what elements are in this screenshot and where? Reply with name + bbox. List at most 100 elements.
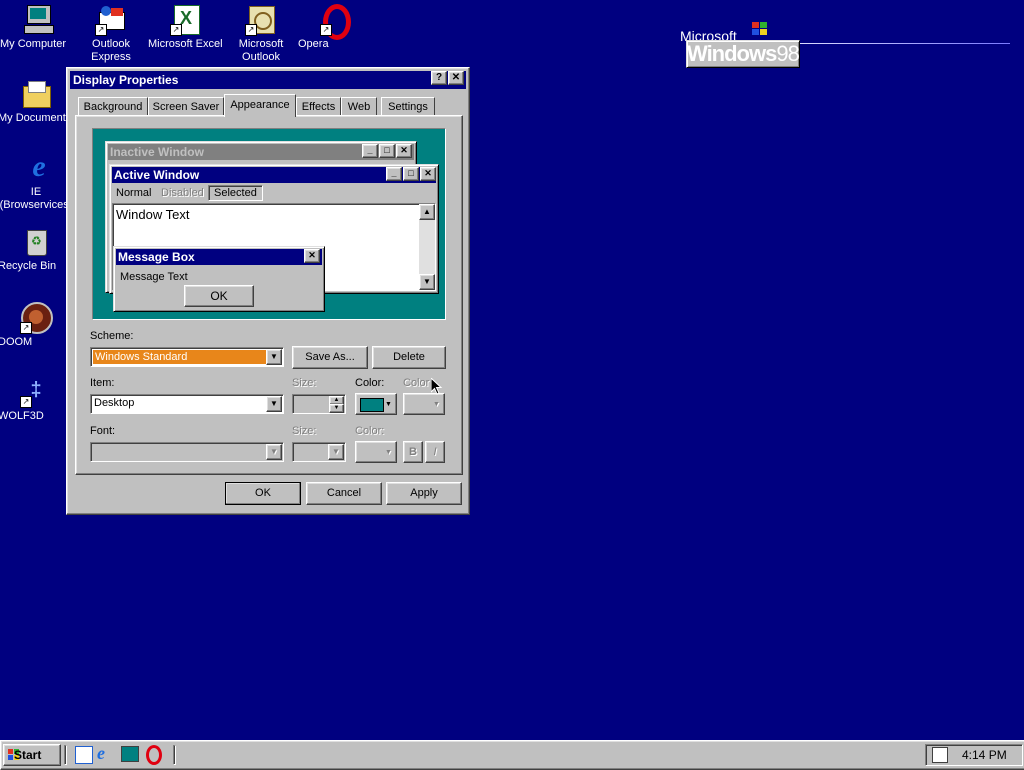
internet-explorer-icon: e (32, 150, 46, 183)
italic-button[interactable]: I (425, 441, 445, 463)
dialog-titlebar[interactable]: Display Properties (70, 71, 466, 89)
item-color-button[interactable]: ▼ (355, 393, 397, 415)
desktop-icon-label: IE (Browservices) (0, 186, 73, 211)
desktop-icon-recycle-bin[interactable]: ♻ Recycle Bin (0, 226, 74, 272)
desktop-icon-excel[interactable]: X ↗ Microsoft Excel (148, 4, 224, 50)
desktop-icon-my-computer[interactable]: My Computer (0, 4, 76, 50)
desktop-icon-my-documents[interactable]: My Documents (0, 78, 74, 124)
scheme-value: Windows Standard (93, 350, 269, 364)
desktop-icon-label: My Documents (0, 112, 72, 124)
message-ok-button: OK (184, 285, 254, 307)
scheme-select[interactable]: Windows Standard ▼ (90, 347, 284, 367)
color-swatch (360, 398, 384, 412)
recycle-bin-icon: ♻ (20, 226, 52, 258)
font-color-button[interactable]: ▼ (355, 441, 397, 463)
font-color-label: Color: (355, 425, 385, 437)
shortcut-arrow-icon: ↗ (20, 396, 32, 408)
taskbar: Start e 4:14 PM (0, 740, 1024, 770)
spin-down-icon: ▼ (329, 404, 344, 413)
item-color2-button[interactable]: ▼ (403, 393, 445, 415)
start-button[interactable]: Start (3, 744, 61, 766)
desktop-icon-ie[interactable]: e IE (Browservices) (0, 150, 74, 212)
chevron-down-icon: ▼ (266, 349, 282, 365)
computer-icon (22, 4, 54, 36)
desktop-icon-label: My Computer (0, 38, 67, 50)
font-select[interactable]: ▼ (90, 442, 284, 462)
scheduler-icon[interactable] (932, 747, 948, 763)
outlook-icon: ↗ (245, 4, 277, 36)
tab-background[interactable]: Background (78, 97, 148, 116)
shortcut-arrow-icon: ↗ (245, 24, 257, 36)
wolf3d-icon: ‡ ↗ (20, 376, 52, 408)
outlook-express-icon: ↗ (95, 4, 127, 36)
logo-product: Windows98 (686, 40, 800, 68)
desktop-icon-label: WOLF3D (0, 410, 44, 422)
tab-appearance[interactable]: Appearance (224, 94, 296, 117)
mouse-cursor-icon (430, 376, 443, 396)
scheme-label: Scheme: (90, 330, 134, 342)
chevron-down-icon: ▼ (266, 444, 282, 460)
quicklaunch-show-desktop-icon[interactable] (121, 746, 139, 762)
font-label: Font: (90, 425, 116, 437)
color-label: Color: (355, 377, 385, 389)
close-button[interactable]: ✕ (448, 71, 464, 85)
close-icon: ✕ (396, 144, 412, 158)
chevron-down-icon: ▼ (385, 401, 392, 408)
tab-screen-saver[interactable]: Screen Saver (148, 97, 224, 116)
menu-normal: Normal (116, 187, 152, 199)
close-icon: ✕ (451, 72, 461, 83)
tab-web[interactable]: Web (341, 97, 377, 116)
apply-button[interactable]: Apply (386, 482, 462, 505)
color2-label: Color (403, 377, 430, 389)
desktop-icon-opera[interactable]: ↗ Opera (298, 4, 374, 50)
quicklaunch-ie-icon[interactable]: e (97, 744, 115, 762)
chevron-down-icon: ▼ (266, 396, 282, 412)
close-icon: ✕ (420, 167, 436, 181)
quicklaunch-opera-icon[interactable] (146, 745, 162, 765)
chevron-down-icon: ▼ (385, 449, 392, 456)
delete-button[interactable]: Delete (372, 346, 446, 369)
chevron-down-icon: ▼ (328, 444, 344, 460)
cancel-button[interactable]: Cancel (306, 482, 382, 505)
desktop-icon-label: Microsoft Excel (148, 38, 223, 50)
chevron-down-icon: ▼ (433, 401, 440, 408)
help-button[interactable]: ? (431, 71, 447, 85)
display-properties-dialog: Display Properties ? ✕ Background Screen… (66, 67, 470, 515)
font-size-select[interactable]: ▼ (292, 442, 346, 462)
dialog-title: Display Properties (73, 73, 179, 87)
tab-effects[interactable]: Effects (296, 97, 341, 116)
item-label: Item: (90, 377, 115, 389)
menu-disabled: Disabled (161, 187, 204, 199)
quicklaunch-outlook-express-icon[interactable] (75, 746, 93, 764)
desktop-icon-label: Microsoft Outlook (238, 38, 284, 63)
tab-settings[interactable]: Settings (381, 97, 435, 116)
desktop-icon-doom[interactable]: ↗ DOOM (0, 302, 74, 348)
ok-button[interactable]: OK (225, 482, 301, 505)
windows98-logo: Microsoft Windows98 (680, 22, 1010, 68)
system-tray: 4:14 PM (925, 744, 1023, 766)
menu-selected: Selected (208, 185, 263, 201)
scroll-down-icon: ▼ (419, 274, 435, 290)
item-size-stepper[interactable]: ▲ ▼ (292, 394, 346, 414)
shortcut-arrow-icon: ↗ (20, 322, 32, 334)
shortcut-arrow-icon: ↗ (170, 24, 182, 36)
save-as-button[interactable]: Save As... (292, 346, 368, 369)
bold-button[interactable]: B (403, 441, 423, 463)
item-value: Desktop (94, 397, 135, 409)
appearance-panel: Inactive Window _ □ ✕ Active Window _ □ … (75, 115, 463, 475)
shortcut-arrow-icon: ↗ (95, 24, 107, 36)
item-select[interactable]: Desktop ▼ (90, 394, 284, 414)
doom-icon: ↗ (20, 302, 53, 334)
desktop-icon-outlook[interactable]: ↗ Microsoft Outlook (223, 4, 299, 63)
appearance-preview[interactable]: Inactive Window _ □ ✕ Active Window _ □ … (92, 128, 446, 320)
desktop-icon-wolf3d[interactable]: ‡ ↗ WOLF3D (0, 376, 74, 422)
desktop-icon-label: Opera (298, 38, 329, 50)
desktop-icon-outlook-express[interactable]: ↗ Outlook Express (73, 4, 149, 63)
clock[interactable]: 4:14 PM (962, 748, 1007, 762)
shortcut-arrow-icon: ↗ (320, 24, 332, 36)
preview-message-box: Message Box ✕ Message Text OK (113, 246, 325, 312)
desktop-icon-label: Recycle Bin (0, 260, 57, 272)
size-label: Size: (292, 377, 317, 389)
start-label: Start (14, 748, 42, 762)
message-text: Message Text (120, 271, 188, 283)
